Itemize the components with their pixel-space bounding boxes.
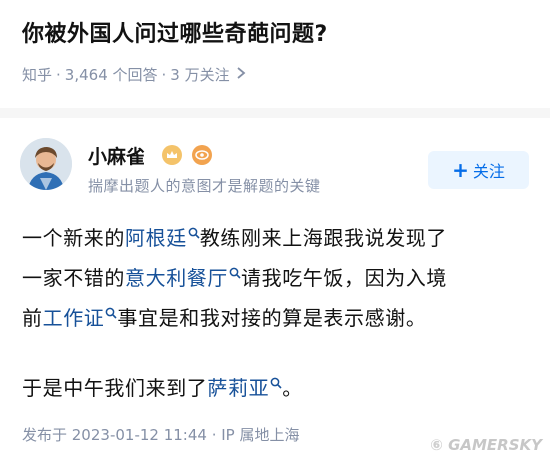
answer-text: 教练刚来上海跟我说发现了 <box>199 226 448 250</box>
meta-separator: · <box>56 65 61 84</box>
chevron-right-icon <box>236 66 246 84</box>
answer-line: 一个新来的阿根廷 教练刚来上海跟我说发现了 <box>22 222 532 251</box>
follow-label: 关注 <box>472 162 505 181</box>
keyword-link[interactable]: 萨莉亚 <box>207 376 269 400</box>
section-divider <box>0 108 550 118</box>
follow-button[interactable]: + 关注 <box>428 151 529 189</box>
watermark: ⑥ GAMERSKY <box>430 436 542 454</box>
search-icon[interactable] <box>270 370 282 394</box>
crown-badge-icon <box>162 145 182 165</box>
answer-line: 一家不错的意大利餐厅 请我吃午饭，因为入境 <box>22 262 532 291</box>
question-header: 你被外国人问过哪些奇葩问题? 知乎 · 3,464 个回答 · 3 万关注 <box>0 0 550 108</box>
answer-text: 事宜是和我对接的算是表示感谢。 <box>117 306 427 330</box>
source-label: 知乎 <box>22 66 53 84</box>
author-name[interactable]: 小麻雀 <box>88 142 145 169</box>
search-icon[interactable] <box>105 300 117 324</box>
keyword-link[interactable]: 意大利餐厅 <box>125 266 228 290</box>
question-meta[interactable]: 知乎 · 3,464 个回答 · 3 万关注 <box>22 64 246 85</box>
watermark-text: GAMERSKY <box>448 436 542 454</box>
answer-line: 于是中午我们来到了萨莉亚。 <box>22 372 532 401</box>
keyword-link[interactable]: 工作证 <box>43 306 105 330</box>
answer-text: 于是中午我们来到了 <box>22 376 208 400</box>
search-icon[interactable] <box>229 260 241 284</box>
keyword-link[interactable]: 阿根廷 <box>125 226 187 250</box>
author-headline: 揣摩出题人的意图才是解题的关键 <box>88 177 321 195</box>
search-icon[interactable] <box>188 220 200 244</box>
answer-publish-info: 发布于 2023-01-12 11:44 · IP 属地上海 <box>22 426 300 444</box>
answer-text: 一个新来的 <box>22 226 125 250</box>
watermark-symbol: ⑥ <box>430 436 443 454</box>
plus-icon: + <box>452 158 469 182</box>
answer-text: 请我吃午饭，因为入境 <box>241 266 447 290</box>
eye-badge-icon <box>192 145 212 165</box>
answer-line: 前工作证 事宜是和我对接的算是表示感谢。 <box>22 302 532 331</box>
answer-text: 。 <box>282 376 303 400</box>
follow-count: 3 万关注 <box>170 66 230 84</box>
avatar[interactable] <box>20 138 72 190</box>
answer-text: 前 <box>22 306 43 330</box>
meta-separator: · <box>161 65 167 84</box>
answer-count: 3,464 个回答 <box>64 66 158 84</box>
question-title[interactable]: 你被外国人问过哪些奇葩问题? <box>22 16 328 48</box>
answer-text: 一家不错的 <box>22 266 125 290</box>
